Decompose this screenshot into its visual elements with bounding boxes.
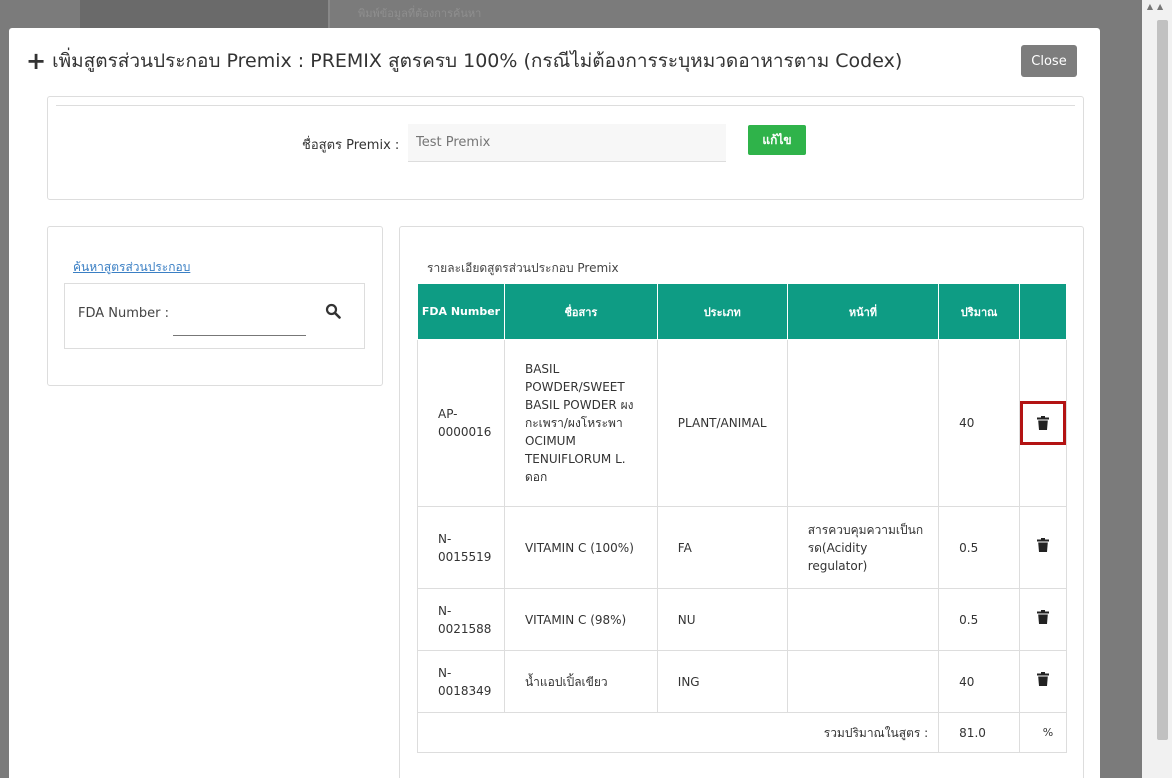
- scroll-up-arrow-icon[interactable]: ▲▲: [1142, 2, 1172, 16]
- cell-name: VITAMIN C (98%): [503, 588, 658, 651]
- divider: [56, 105, 1075, 106]
- detail-caption: รายละเอียดสูตรส่วนประกอบ Premix: [427, 261, 619, 275]
- cell-type: ING: [656, 650, 788, 713]
- fda-number-input[interactable]: [173, 304, 306, 336]
- cell-function: [786, 650, 940, 713]
- modal-title: + เพิ่มสูตรส่วนประกอบ Premix : PREMIX สู…: [26, 46, 902, 76]
- header-action: [1018, 283, 1068, 340]
- header-type: ประเภท: [656, 283, 788, 340]
- cell-action: [1018, 506, 1068, 589]
- cell-name: VITAMIN C (100%): [503, 506, 658, 589]
- cell-name: น้ำแอปเปิ้ลเขียว: [503, 650, 658, 713]
- edit-button[interactable]: แก้ไข: [748, 125, 806, 155]
- header-amount: ปริมาณ: [938, 283, 1020, 340]
- cell-fda: N-0021588: [417, 588, 505, 651]
- plus-icon: +: [26, 47, 47, 75]
- header-substance-name: ชื่อสาร: [503, 283, 658, 340]
- add-premix-modal: + เพิ่มสูตรส่วนประกอบ Premix : PREMIX สู…: [9, 28, 1100, 778]
- total-label: รวมปริมาณในสูตร :: [416, 712, 940, 753]
- cell-function: [786, 588, 940, 651]
- search-formula-link[interactable]: ค้นหาสูตรส่วนประกอบ: [73, 258, 190, 277]
- premix-name-label: ชื่อสูตร Premix :: [302, 138, 400, 153]
- cell-function: [786, 339, 940, 507]
- cell-action: [1018, 339, 1068, 507]
- search-panel: ค้นหาสูตรส่วนประกอบ FDA Number :: [47, 226, 383, 386]
- cell-action: [1018, 588, 1068, 651]
- table-header-row: FDA Number ชื่อสาร ประเภท หน้าที่ ปริมาณ: [417, 283, 1068, 340]
- background-search-hint: พิมพ์ข้อมูลที่ต้องการค้นหา: [358, 7, 482, 20]
- cell-amount: 0.5: [938, 588, 1020, 651]
- trash-icon[interactable]: [1036, 672, 1049, 686]
- trash-icon[interactable]: [1036, 416, 1049, 430]
- search-icon[interactable]: [325, 303, 341, 319]
- header-fda-number: FDA Number: [417, 283, 505, 340]
- trash-icon[interactable]: [1036, 610, 1049, 624]
- premix-name-panel: ชื่อสูตร Premix : แก้ไข: [47, 96, 1084, 200]
- fda-number-label: FDA Number :: [78, 306, 170, 321]
- scroll-thumb[interactable]: [1157, 20, 1168, 740]
- page-scrollbar[interactable]: ▲▲: [1142, 0, 1172, 778]
- premix-detail-table: FDA Number ชื่อสาร ประเภท หน้าที่ ปริมาณ…: [416, 283, 1068, 753]
- header-function: หน้าที่: [786, 283, 940, 340]
- total-unit: %: [1018, 712, 1068, 753]
- cell-type: PLANT/ANIMAL: [656, 339, 788, 507]
- cell-fda: AP-0000016: [417, 339, 505, 507]
- trash-icon[interactable]: [1036, 538, 1049, 552]
- table-row: N-0018349 น้ำแอปเปิ้ลเขียว ING 40: [417, 650, 1068, 713]
- premix-detail-panel: รายละเอียดสูตรส่วนประกอบ Premix FDA Numb…: [399, 226, 1084, 778]
- table-row: N-0015519 VITAMIN C (100%) FA สารควบคุมค…: [417, 506, 1068, 589]
- background-sidebar: [80, 0, 330, 30]
- cell-action: [1018, 650, 1068, 713]
- table-row: N-0021588 VITAMIN C (98%) NU 0.5: [417, 588, 1068, 651]
- total-value: 81.0: [938, 712, 1020, 753]
- fda-search-box: FDA Number :: [64, 283, 365, 349]
- cell-type: NU: [656, 588, 788, 651]
- premix-name-input[interactable]: [408, 124, 726, 162]
- modal-title-text: เพิ่มสูตรส่วนประกอบ Premix : PREMIX สูตร…: [52, 50, 903, 72]
- delete-highlight: [1019, 401, 1066, 445]
- cell-type: FA: [656, 506, 788, 589]
- cell-function: สารควบคุมความเป็นกรด(Acidity regulator): [786, 506, 940, 589]
- cell-name: BASIL POWDER/SWEET BASIL POWDER ผงกะเพรา…: [503, 339, 658, 507]
- cell-fda: N-0018349: [417, 650, 505, 713]
- close-button[interactable]: Close: [1021, 45, 1077, 77]
- cell-amount: 0.5: [938, 506, 1020, 589]
- cell-amount: 40: [938, 650, 1020, 713]
- table-row: AP-0000016 BASIL POWDER/SWEET BASIL POWD…: [417, 339, 1068, 507]
- cell-fda: N-0015519: [417, 506, 505, 589]
- cell-amount: 40: [938, 339, 1020, 507]
- total-row: รวมปริมาณในสูตร : 81.0 %: [416, 712, 1068, 753]
